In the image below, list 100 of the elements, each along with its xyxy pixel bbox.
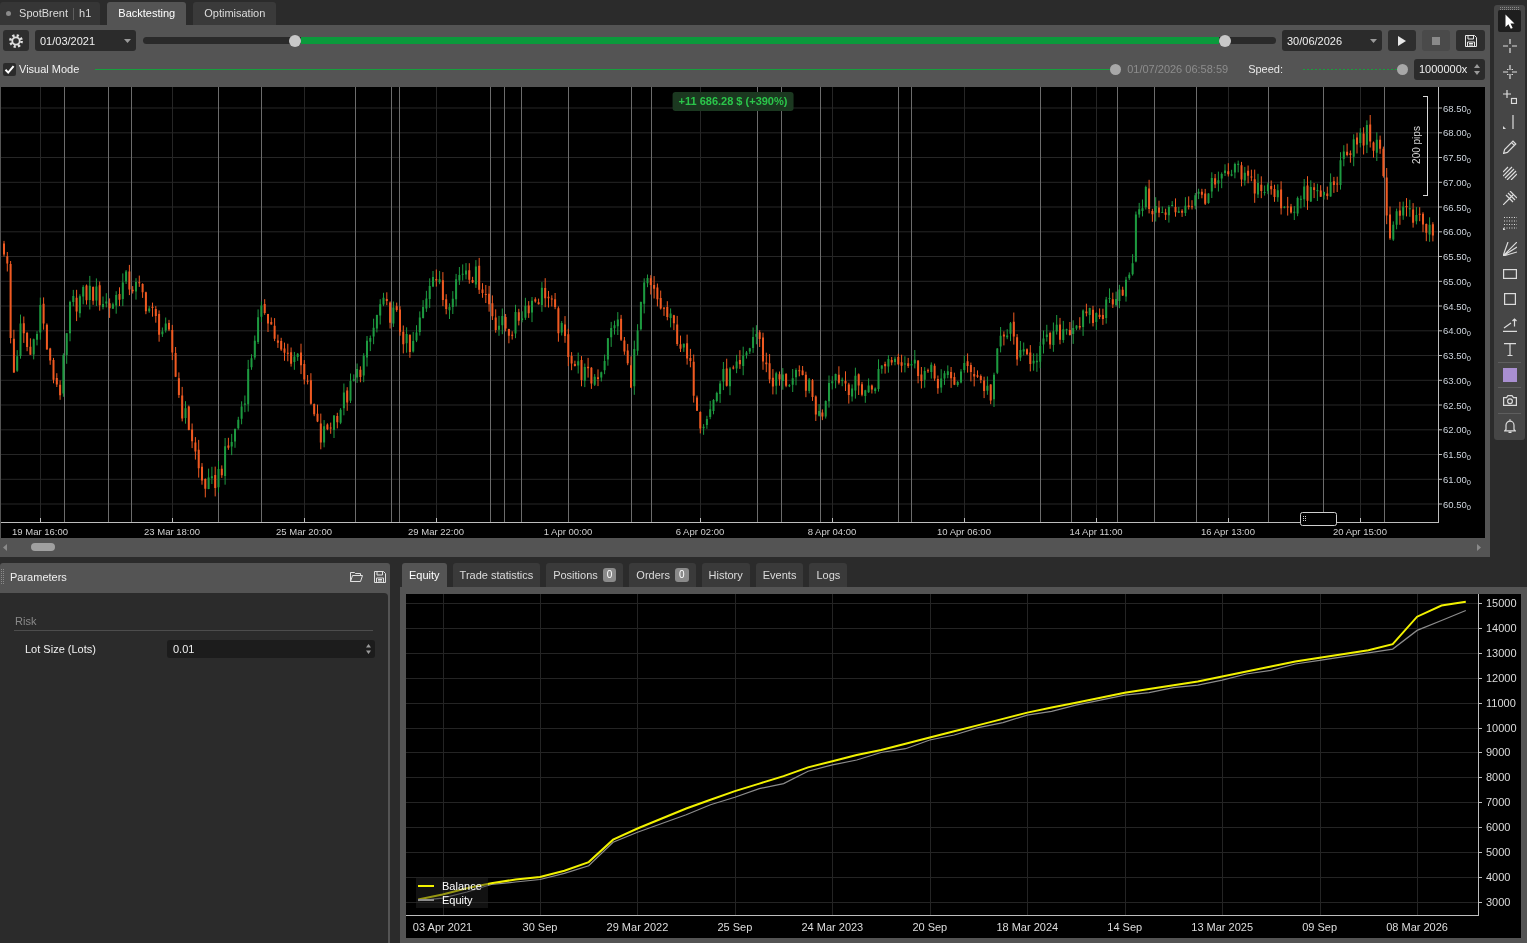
mode-tab[interactable]: Optimisation [193, 2, 277, 25]
checkbox[interactable] [3, 62, 16, 76]
speed-field[interactable]: 1000000x [1414, 58, 1485, 80]
axis-label: 13 Mar 2025 [1191, 920, 1254, 934]
caret-icon [124, 38, 131, 43]
price-label: 65.00$_{0}$ [1443, 274, 1471, 288]
gear-icon [9, 33, 23, 48]
result-tab[interactable]: Orders 0 [629, 563, 696, 587]
drag-handle[interactable] [1300, 512, 1337, 526]
tool-button[interactable] [1498, 10, 1521, 32]
fan-lines-icon [1502, 241, 1517, 256]
axis-label: 3000 [1486, 894, 1511, 909]
section-heading: Risk [14, 615, 373, 631]
axis-label: 03 Apr 2021 [412, 920, 473, 934]
vertical-line-icon [1502, 115, 1517, 130]
time-label: 25 Mar 20:00 [276, 526, 332, 538]
camera-icon [1502, 394, 1517, 406]
symbol-tab[interactable]: SpotBrent h1 [0, 2, 101, 25]
end-date-field[interactable]: 30/06/2026 [1282, 30, 1382, 51]
axis-label: 14000 [1486, 620, 1517, 635]
price-label: 66.00$_{0}$ [1443, 225, 1471, 239]
slider-thumb[interactable] [288, 34, 301, 47]
pencil-icon [1502, 140, 1517, 155]
text-icon [1503, 343, 1516, 357]
cursor-icon [1504, 13, 1515, 29]
spinner-icon [1474, 63, 1480, 75]
time-label: 16 Apr 13:00 [1201, 526, 1255, 538]
panel-title: Parameters [10, 571, 67, 583]
axis-label: 30 Sep [522, 920, 558, 934]
axis-label: 20 Sep [912, 920, 948, 934]
price-label: 60.50$_{0}$ [1443, 497, 1471, 511]
axis-label: 25 Sep [717, 920, 753, 934]
cross-square-icon [1502, 89, 1517, 104]
result-tab[interactable]: Logs [809, 563, 848, 587]
bell-icon [1503, 418, 1516, 433]
slider-thumb[interactable] [1219, 34, 1231, 47]
price-label: 66.50$_{0}$ [1443, 200, 1471, 214]
scrollbar-thumb[interactable] [31, 543, 55, 551]
profit-badge: +11 686.28 $ (+390%) [672, 92, 794, 111]
time-label: 29 Mar 22:00 [408, 526, 464, 538]
axis-label: 09 Sep [1302, 920, 1338, 934]
play-icon [1398, 35, 1406, 46]
grip-icon [1500, 7, 1519, 10]
axis-label: 7000 [1486, 795, 1511, 810]
dot-icon [6, 10, 11, 16]
legend-label: Equity [442, 893, 473, 907]
price-label: 62.50$_{0}$ [1443, 398, 1471, 412]
result-tab[interactable]: Equity [402, 563, 447, 587]
axis-label: 4000 [1486, 870, 1511, 885]
start-date-field[interactable]: 01/03/2021 [35, 30, 136, 51]
time-label: 8 Apr 04:00 [807, 526, 857, 538]
axis-label: 5000 [1486, 845, 1511, 860]
time-label: 14 Apr 11:00 [1069, 526, 1123, 538]
price-label: 61.50$_{0}$ [1443, 448, 1471, 461]
folder-icon[interactable] [350, 572, 363, 582]
price-label: 63.50$_{0}$ [1443, 349, 1471, 362]
grip-icon [1, 569, 4, 585]
result-tab[interactable]: History [701, 563, 750, 587]
price-label: 62.00$_{0}$ [1443, 423, 1471, 437]
axis-label: 29 Mar 2022 [606, 920, 669, 934]
mode-tab[interactable]: Backtesting [107, 2, 187, 25]
checkbox-label[interactable]: Visual Mode [19, 63, 80, 75]
price-label: 67.00$_{0}$ [1443, 175, 1471, 189]
price-label: 64.00$_{0}$ [1443, 324, 1471, 338]
axis-label: 10000 [1486, 720, 1517, 735]
result-tab[interactable]: Trade statistics [452, 563, 541, 587]
axis-label: 12000 [1486, 670, 1517, 685]
time-label: 10 Apr 06:00 [937, 526, 991, 538]
number-input[interactable]: 0.01 [167, 640, 375, 658]
price-label: 67.50$_{0}$ [1443, 151, 1471, 164]
progress-thumb[interactable] [1110, 63, 1122, 75]
price-label: 64.50$_{0}$ [1443, 299, 1471, 313]
axis-label: 14 Sep [1107, 920, 1143, 934]
legend-label: Balance [442, 879, 482, 893]
settings-button[interactable] [3, 30, 29, 51]
save-icon[interactable] [374, 571, 386, 583]
axis-label: 08 Mar 2026 [1386, 920, 1448, 934]
period-slider-track[interactable] [143, 37, 1276, 44]
result-tab[interactable]: Positions 0 [546, 563, 624, 587]
price-label: 68.00$_{0}$ [1443, 126, 1471, 140]
play-button[interactable] [1388, 30, 1416, 51]
count-badge: 0 [602, 568, 617, 582]
time-label: 1 Apr 00:00 [543, 526, 593, 538]
price-label: 61.00$_{0}$ [1443, 472, 1471, 486]
crosshair-icon [1502, 64, 1517, 79]
save-icon [1464, 34, 1477, 47]
rectangle-icon [1502, 268, 1517, 279]
axis-label: 15000 [1486, 596, 1517, 610]
square-icon [1503, 293, 1516, 306]
save-button[interactable] [1456, 30, 1485, 51]
result-tab[interactable]: Events [755, 563, 804, 587]
axis-label: 8000 [1486, 770, 1511, 785]
time-label: 20 Apr 15:00 [1333, 526, 1387, 538]
ruler-arrow-icon [1502, 317, 1517, 332]
speed-thumb[interactable] [1397, 63, 1408, 75]
ruler-label: 200 pips [1410, 126, 1422, 164]
price-label: 68.50$_{0}$ [1443, 101, 1471, 115]
fork-icon [1502, 191, 1517, 206]
stop-icon [1432, 36, 1440, 45]
caret-icon [1370, 38, 1377, 43]
